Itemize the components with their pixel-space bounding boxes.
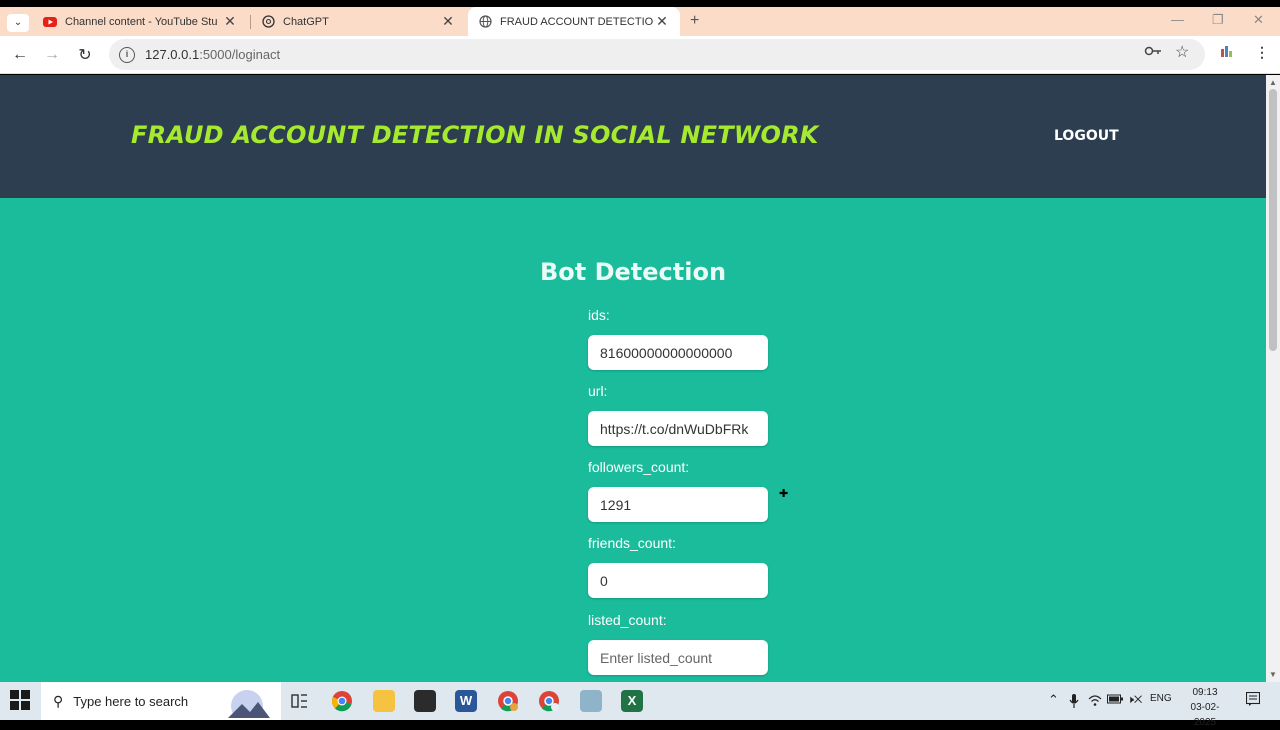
chatgpt-icon xyxy=(261,15,275,29)
minimize-icon[interactable]: — xyxy=(1171,12,1184,27)
reload-icon[interactable]: ↻ xyxy=(74,44,96,66)
ids-input[interactable] xyxy=(588,335,768,370)
task-view-icon[interactable] xyxy=(289,690,309,712)
tab-title: FRAUD ACCOUNT DETECTION I xyxy=(500,15,654,28)
friends-count-input[interactable] xyxy=(588,563,768,598)
followers-count-input[interactable] xyxy=(588,487,768,522)
tab-chatgpt[interactable]: ChatGPT ✕ xyxy=(251,7,466,36)
terminal-icon[interactable] xyxy=(414,690,436,712)
globe-icon xyxy=(478,15,492,29)
back-arrow-icon[interactable]: ← xyxy=(9,44,31,66)
site-title: FRAUD ACCOUNT DETECTION IN SOCIAL NETWOR… xyxy=(131,121,819,149)
tab-title: ChatGPT xyxy=(283,15,329,28)
followers-count-label: followers_count: xyxy=(588,459,690,475)
new-tab-icon[interactable]: + xyxy=(690,12,699,30)
address-bar[interactable]: i 127.0.0.1:5000/loginact xyxy=(109,39,1205,70)
scroll-up-arrow-icon[interactable]: ▲ xyxy=(1269,78,1277,87)
file-explorer-icon[interactable] xyxy=(373,690,395,712)
close-tab-icon[interactable]: ✕ xyxy=(222,13,238,30)
search-icon: ⚲ xyxy=(53,692,64,709)
extension-icon[interactable] xyxy=(1221,44,1235,60)
web-page: FRAUD ACCOUNT DETECTION IN SOCIAL NETWOR… xyxy=(0,75,1266,682)
search-highlight-image xyxy=(228,690,270,718)
scroll-down-arrow-icon[interactable]: ▼ xyxy=(1269,670,1277,679)
taskbar-search-box[interactable]: ⚲ Type here to search xyxy=(41,682,281,720)
close-tab-icon[interactable]: ✕ xyxy=(440,13,456,30)
taskbar-search-placeholder: Type here to search xyxy=(73,693,189,709)
notification-icon[interactable] xyxy=(1245,691,1261,709)
page-scrollbar[interactable]: ▲ ▼ xyxy=(1266,75,1280,682)
menu-kebab-icon[interactable]: ⋮ xyxy=(1255,44,1269,61)
clock-date: 03-02-2025 xyxy=(1190,702,1220,728)
restore-icon[interactable]: ❐ xyxy=(1212,12,1224,28)
site-header: FRAUD ACCOUNT DETECTION IN SOCIAL NETWOR… xyxy=(0,75,1266,198)
password-key-icon[interactable] xyxy=(1144,44,1162,60)
microphone-icon[interactable] xyxy=(1069,694,1079,711)
tab-search-chevron-icon[interactable]: ⌄ xyxy=(7,14,29,32)
youtube-icon xyxy=(43,15,57,29)
chrome-active-icon[interactable] xyxy=(538,690,560,712)
logout-link[interactable]: LOGOUT xyxy=(1054,128,1119,144)
volume-muted-icon[interactable]: 🕨✕ xyxy=(1127,694,1142,707)
close-tab-icon[interactable]: ✕ xyxy=(654,13,670,30)
url-path: :5000/loginact xyxy=(199,47,281,62)
system-clock[interactable]: 09:13 03-02-2025 xyxy=(1180,685,1230,730)
chrome-taskbar-icon[interactable] xyxy=(331,690,353,712)
listed-count-input[interactable] xyxy=(588,640,768,675)
chevron-up-icon[interactable]: ⌃ xyxy=(1048,692,1059,708)
url-input[interactable] xyxy=(588,411,768,446)
tab-fraud-detection[interactable]: FRAUD ACCOUNT DETECTION I ✕ xyxy=(468,7,680,36)
screen-top-edge xyxy=(0,0,1280,7)
listed-count-label: listed_count: xyxy=(588,612,667,628)
tab-strip: ⌄ Channel content - YouTube Stu ✕ ChatGP… xyxy=(0,7,1280,36)
battery-icon[interactable] xyxy=(1107,694,1123,707)
mouse-cursor-icon: ✚ xyxy=(779,488,789,500)
chrome-profile-icon[interactable] xyxy=(497,690,519,712)
word-icon[interactable]: W xyxy=(455,690,477,712)
clock-time: 09:13 xyxy=(1192,687,1218,698)
friends-count-label: friends_count: xyxy=(588,535,676,551)
site-info-icon[interactable]: i xyxy=(119,46,135,63)
tab-title: Channel content - YouTube Stu xyxy=(65,15,218,28)
tab-youtube[interactable]: Channel content - YouTube Stu ✕ xyxy=(33,7,248,36)
browser-toolbar: ← → ↻ i 127.0.0.1:5000/loginact ☆ ⋮ xyxy=(0,36,1280,74)
scrollbar-thumb[interactable] xyxy=(1269,89,1277,351)
notepad-icon[interactable] xyxy=(580,690,602,712)
url-label: url: xyxy=(588,383,608,399)
excel-icon[interactable]: X xyxy=(621,690,643,712)
close-window-icon[interactable]: ✕ xyxy=(1253,12,1264,28)
wifi-icon[interactable] xyxy=(1088,694,1102,709)
forward-arrow-icon[interactable]: → xyxy=(41,44,63,66)
url-host: 127.0.0.1 xyxy=(145,47,200,62)
bookmark-star-icon[interactable]: ☆ xyxy=(1175,42,1189,62)
windows-start-icon[interactable] xyxy=(10,690,30,710)
ids-label: ids: xyxy=(588,307,610,323)
windows-taskbar: ⚲ Type here to search W X ⌃ 🕨✕ ENG 09:13… xyxy=(0,682,1280,728)
language-indicator[interactable]: ENG xyxy=(1150,693,1172,704)
form-title: Bot Detection xyxy=(539,258,727,286)
